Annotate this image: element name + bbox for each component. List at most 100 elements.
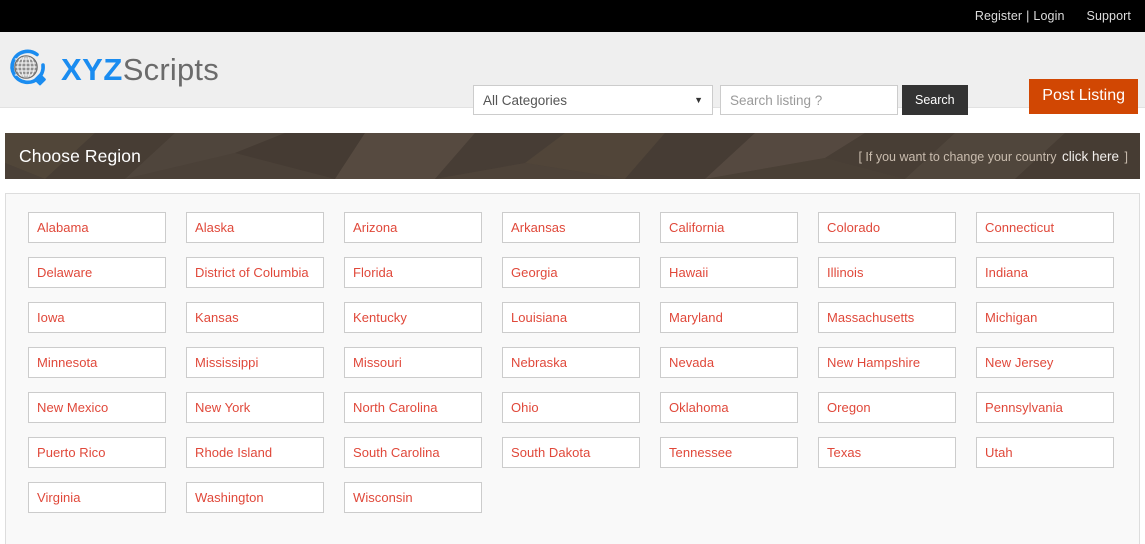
- region-item[interactable]: Arizona: [344, 212, 482, 243]
- change-country-note-suffix: ]: [1124, 149, 1128, 164]
- region-item[interactable]: Pennsylvania: [976, 392, 1114, 423]
- region-item[interactable]: Missouri: [344, 347, 482, 378]
- region-item[interactable]: Oklahoma: [660, 392, 798, 423]
- top-utility-bar: Register | Login Support: [0, 0, 1145, 32]
- choose-region-banner: Choose Region [ If you want to change yo…: [5, 133, 1140, 179]
- category-select[interactable]: All Categories ▼: [473, 85, 713, 115]
- link-separator: |: [1026, 9, 1030, 23]
- region-item[interactable]: South Carolina: [344, 437, 482, 468]
- region-item-label: Mississippi: [195, 355, 259, 370]
- support-link[interactable]: Support: [1087, 9, 1131, 23]
- region-item[interactable]: South Dakota: [502, 437, 640, 468]
- change-country-note: [ If you want to change your country cli…: [858, 149, 1128, 164]
- region-item[interactable]: Michigan: [976, 302, 1114, 333]
- region-item[interactable]: Nevada: [660, 347, 798, 378]
- change-country-note-prefix: [ If you want to change your country: [858, 149, 1057, 164]
- page-title: Choose Region: [19, 145, 141, 166]
- brand-logo[interactable]: XYZScripts: [0, 47, 219, 93]
- region-item[interactable]: Louisiana: [502, 302, 640, 333]
- region-item-label: District of Columbia: [195, 265, 309, 280]
- region-item-label: Hawaii: [669, 265, 709, 280]
- region-item[interactable]: Delaware: [28, 257, 166, 288]
- region-item-label: New York: [195, 400, 251, 415]
- region-item-label: Alabama: [37, 220, 89, 235]
- region-item-label: Georgia: [511, 265, 558, 280]
- region-item-label: Missouri: [353, 355, 402, 370]
- region-item[interactable]: District of Columbia: [186, 257, 324, 288]
- region-item-label: Oklahoma: [669, 400, 729, 415]
- region-item-label: New Hampshire: [827, 355, 921, 370]
- region-item[interactable]: Oregon: [818, 392, 956, 423]
- chevron-down-icon: ▼: [694, 95, 703, 105]
- region-item-label: Colorado: [827, 220, 881, 235]
- region-item-label: Arizona: [353, 220, 398, 235]
- region-item[interactable]: California: [660, 212, 798, 243]
- post-listing-button[interactable]: Post Listing: [1029, 79, 1138, 114]
- region-item[interactable]: Washington: [186, 482, 324, 513]
- region-item-label: Massachusetts: [827, 310, 915, 325]
- region-item[interactable]: New Mexico: [28, 392, 166, 423]
- register-link[interactable]: Register: [975, 9, 1022, 23]
- region-item[interactable]: New Jersey: [976, 347, 1114, 378]
- region-item[interactable]: Nebraska: [502, 347, 640, 378]
- region-item-label: Kansas: [195, 310, 239, 325]
- region-item[interactable]: Florida: [344, 257, 482, 288]
- search-input[interactable]: [720, 85, 898, 115]
- region-item[interactable]: Colorado: [818, 212, 956, 243]
- region-item-label: Utah: [985, 445, 1013, 460]
- region-item-label: Illinois: [827, 265, 864, 280]
- region-item[interactable]: Illinois: [818, 257, 956, 288]
- search-button[interactable]: Search: [902, 85, 968, 115]
- globe-magnifier-icon: [6, 47, 52, 93]
- region-item[interactable]: New Hampshire: [818, 347, 956, 378]
- region-item-label: South Dakota: [511, 445, 591, 460]
- region-item[interactable]: Texas: [818, 437, 956, 468]
- region-item-label: Delaware: [37, 265, 93, 280]
- region-item[interactable]: Alabama: [28, 212, 166, 243]
- region-item-label: Pennsylvania: [985, 400, 1063, 415]
- region-item[interactable]: Minnesota: [28, 347, 166, 378]
- region-item[interactable]: New York: [186, 392, 324, 423]
- region-item[interactable]: Wisconsin: [344, 482, 482, 513]
- region-item-label: Ohio: [511, 400, 539, 415]
- change-country-link[interactable]: click here: [1062, 149, 1119, 164]
- region-item-label: Michigan: [985, 310, 1038, 325]
- region-item-label: New Jersey: [985, 355, 1054, 370]
- login-link[interactable]: Login: [1033, 9, 1064, 23]
- region-item-label: Wisconsin: [353, 490, 413, 505]
- region-item[interactable]: Iowa: [28, 302, 166, 333]
- region-item[interactable]: Puerto Rico: [28, 437, 166, 468]
- brand-name-primary: XYZ: [61, 52, 123, 87]
- regions-panel-container: Alabama Alaska Arizona Arkansas California Co…: [0, 179, 1145, 544]
- region-item[interactable]: Indiana: [976, 257, 1114, 288]
- region-item-label: Tennessee: [669, 445, 733, 460]
- region-item[interactable]: Alaska: [186, 212, 324, 243]
- region-item-label: Virginia: [37, 490, 81, 505]
- region-item[interactable]: North Carolina: [344, 392, 482, 423]
- region-item[interactable]: Tennessee: [660, 437, 798, 468]
- brand-wordmark: XYZScripts: [61, 54, 219, 85]
- region-item-label: Oregon: [827, 400, 871, 415]
- region-item[interactable]: Virginia: [28, 482, 166, 513]
- region-item[interactable]: Massachusetts: [818, 302, 956, 333]
- region-item[interactable]: Ohio: [502, 392, 640, 423]
- site-header: XYZScripts All Categories ▼ Search Post …: [0, 32, 1145, 115]
- region-item[interactable]: Maryland: [660, 302, 798, 333]
- region-item-label: Connecticut: [985, 220, 1055, 235]
- region-item[interactable]: Utah: [976, 437, 1114, 468]
- region-item[interactable]: Kentucky: [344, 302, 482, 333]
- region-item[interactable]: Connecticut: [976, 212, 1114, 243]
- region-item[interactable]: Mississippi: [186, 347, 324, 378]
- region-item[interactable]: Georgia: [502, 257, 640, 288]
- region-item-label: Alaska: [195, 220, 235, 235]
- region-item[interactable]: Kansas: [186, 302, 324, 333]
- region-item-label: Arkansas: [511, 220, 566, 235]
- region-item[interactable]: Rhode Island: [186, 437, 324, 468]
- region-item[interactable]: Hawaii: [660, 257, 798, 288]
- region-item-label: Kentucky: [353, 310, 407, 325]
- region-item-label: Rhode Island: [195, 445, 273, 460]
- brand-name-secondary: Scripts: [122, 52, 219, 87]
- region-item-label: Louisiana: [511, 310, 568, 325]
- region-item[interactable]: Arkansas: [502, 212, 640, 243]
- region-item-label: California: [669, 220, 725, 235]
